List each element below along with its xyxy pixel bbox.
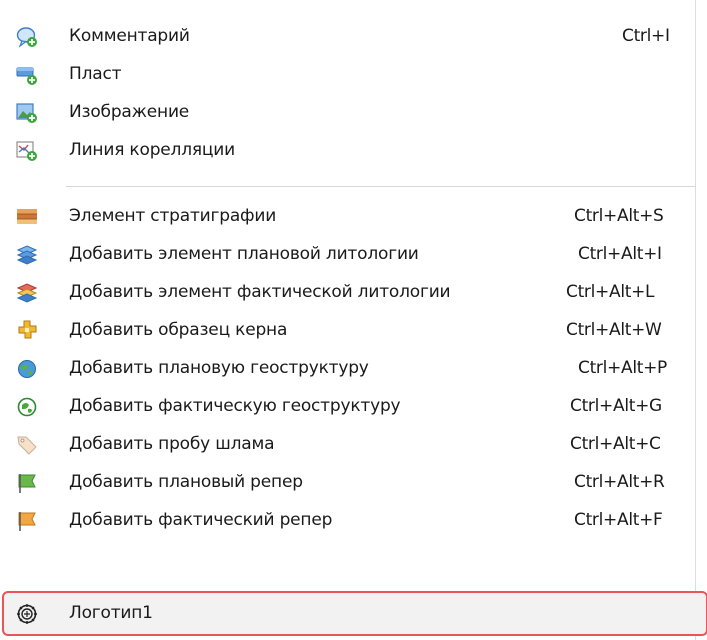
menu-item-shortcut: Ctrl+Alt+P [578, 358, 668, 378]
actual-marker-flag-icon [16, 510, 38, 532]
menu-item-planned-lithology[interactable]: Добавить элемент плановой литологии Ctrl… [0, 235, 696, 273]
comment-bubble-add-icon [16, 26, 38, 48]
menu-separator [66, 186, 696, 187]
menu-item-correlation-line[interactable]: Линия корелляции [0, 131, 696, 169]
actual-geostructure-icon [16, 396, 38, 418]
menu-item-shortcut: Ctrl+Alt+W [566, 320, 662, 340]
logo-gear-icon [16, 603, 38, 625]
core-sample-icon [16, 320, 38, 342]
layer-add-icon [16, 64, 38, 86]
menu-item-label: Добавить плановую геоструктуру [69, 358, 369, 378]
menu-item-label: Добавить фактическую геоструктуру [69, 396, 401, 416]
menu-item-label: Изображение [69, 102, 190, 122]
menu-item-layer[interactable]: Пласт [0, 55, 696, 93]
menu-item-shortcut: Ctrl+Alt+S [574, 206, 664, 226]
menu-item-core-sample[interactable]: Добавить образец керна Ctrl+Alt+W [0, 311, 696, 349]
planned-marker-flag-icon [16, 472, 38, 494]
menu-item-actual-geostructure[interactable]: Добавить фактическую геоструктуру Ctrl+A… [0, 387, 696, 425]
menu-item-planned-geostructure[interactable]: Добавить плановую геоструктуру Ctrl+Alt+… [0, 349, 696, 387]
actual-lithology-icon [16, 282, 38, 304]
menu-item-label: Пласт [69, 64, 122, 84]
menu-item-actual-marker[interactable]: Добавить фактический репер Ctrl+Alt+F [0, 501, 696, 539]
planned-geostructure-icon [16, 358, 38, 380]
stratigraphy-icon [16, 206, 38, 228]
menu-item-label: Линия корелляции [69, 140, 235, 160]
menu-item-cuttings-sample[interactable]: Добавить пробу шлама Ctrl+Alt+C [0, 425, 696, 463]
menu-item-shortcut: Ctrl+I [622, 26, 670, 46]
menu-item-shortcut: Ctrl+Alt+C [570, 434, 661, 454]
menu-item-logo1[interactable]: Логотип1 [0, 594, 696, 632]
menu-item-label: Добавить образец керна [69, 320, 288, 340]
menu-item-shortcut: Ctrl+Alt+G [570, 396, 662, 416]
menu-item-shortcut: Ctrl+Alt+L [566, 282, 655, 302]
menu-item-label: Добавить элемент плановой литологии [69, 244, 419, 264]
correlation-line-add-icon [16, 140, 38, 162]
cuttings-sample-tag-icon [16, 434, 38, 456]
planned-lithology-icon [16, 244, 38, 266]
menu-item-label: Добавить фактический репер [69, 510, 333, 530]
menu-item-image[interactable]: Изображение [0, 93, 696, 131]
menu-item-actual-lithology[interactable]: Добавить элемент фактической литологии C… [0, 273, 696, 311]
menu-item-comment[interactable]: Комментарий Ctrl+I [0, 17, 696, 55]
context-menu: Комментарий Ctrl+I Пласт Изображение Лин… [0, 0, 696, 640]
menu-item-label: Элемент стратиграфии [69, 206, 277, 226]
menu-item-planned-marker[interactable]: Добавить плановый репер Ctrl+Alt+R [0, 463, 696, 501]
menu-item-stratigraphy[interactable]: Элемент стратиграфии Ctrl+Alt+S [0, 197, 696, 235]
menu-item-label: Добавить пробу шлама [69, 434, 275, 454]
menu-item-shortcut: Ctrl+Alt+F [574, 510, 663, 530]
menu-item-label: Комментарий [69, 26, 190, 46]
menu-item-label: Добавить элемент фактической литологии [69, 282, 451, 302]
menu-item-label: Логотип1 [69, 603, 153, 623]
menu-item-shortcut: Ctrl+Alt+R [574, 472, 665, 492]
image-add-icon [16, 102, 38, 124]
menu-item-label: Добавить плановый репер [69, 472, 303, 492]
menu-item-shortcut: Ctrl+Alt+I [578, 244, 662, 264]
